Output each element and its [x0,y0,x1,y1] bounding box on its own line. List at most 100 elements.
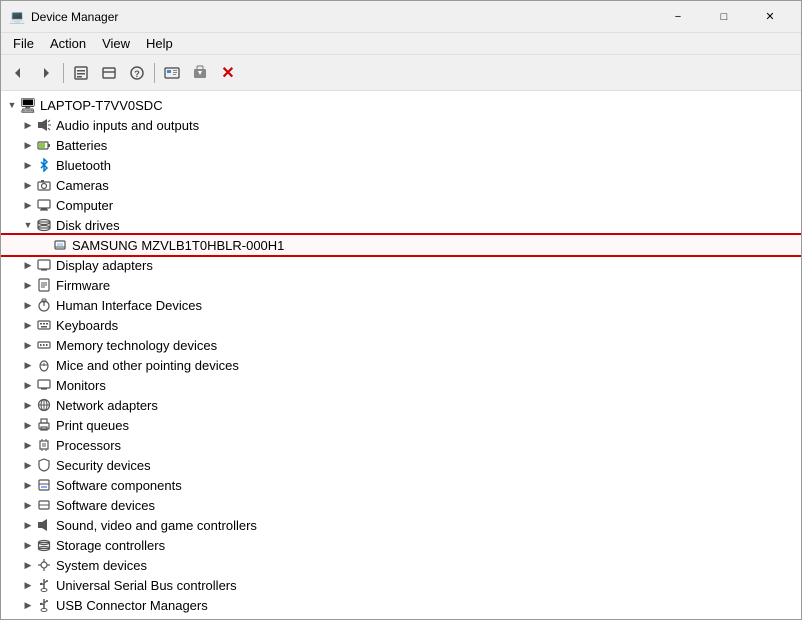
samsung-row-container: ▶ SAMSUNG MZVLB1T0HBLR-000H1 [1,235,801,255]
disable-button[interactable] [96,60,122,86]
tree-item-cameras[interactable]: ▶ Cameras [1,175,801,195]
firmware-icon [36,277,52,293]
expand-bluetooth[interactable]: ▶ [21,158,35,172]
expand-computer[interactable]: ▶ [21,198,35,212]
expand-system[interactable]: ▶ [21,558,35,572]
cameras-label: Cameras [56,178,109,193]
bluetooth-icon [36,157,52,173]
processors-icon [36,437,52,453]
expand-print[interactable]: ▶ [21,418,35,432]
tree-item-network[interactable]: ▶ Network adapters [1,395,801,415]
software-devices-label: Software devices [56,498,155,513]
minimize-button[interactable]: − [655,1,701,33]
network-label: Network adapters [56,398,158,413]
tree-item-bluetooth[interactable]: ▶ Bluetooth [1,155,801,175]
tree-item-system[interactable]: ▶ System devices [1,555,801,575]
tree-item-security[interactable]: ▶ Security devices [1,455,801,475]
tree-item-usb-connector[interactable]: ▶ USB Connector Managers [1,595,801,615]
tree-item-hid[interactable]: ▶ Human Interface Devices [1,295,801,315]
forward-button[interactable] [33,60,59,86]
expand-processors[interactable]: ▶ [21,438,35,452]
bluetooth-label: Bluetooth [56,158,111,173]
storage-icon [36,537,52,553]
tree-item-keyboards[interactable]: ▶ Keyboards [1,315,801,335]
tree-item-samsung[interactable]: ▶ SAMSUNG MZVLB1T0HBLR-000H1 [1,235,801,255]
tree-item-software-devices[interactable]: ▶ Software devices [1,495,801,515]
keyboards-label: Keyboards [56,318,118,333]
tree-item-processors[interactable]: ▶ Processors [1,435,801,455]
tree-item-monitors[interactable]: ▶ Monitors [1,375,801,395]
disk-label: Disk drives [56,218,120,233]
uninstall-button[interactable]: ✕ [215,60,241,86]
properties-button[interactable] [68,60,94,86]
expand-disk[interactable]: ▼ [21,218,35,232]
expand-software-components[interactable]: ▶ [21,478,35,492]
window-icon: 💻 [9,9,25,25]
maximize-button[interactable]: □ [701,1,747,33]
scan-button[interactable] [159,60,185,86]
batteries-label: Batteries [56,138,107,153]
samsung-label: SAMSUNG MZVLB1T0HBLR-000H1 [72,238,284,253]
close-button[interactable]: ✕ [747,1,793,33]
expand-mice[interactable]: ▶ [21,358,35,372]
menu-file[interactable]: File [5,34,42,53]
network-icon [36,397,52,413]
tree-root[interactable]: ▼ 🖥 LAPTOP-T7VV0SDC [1,95,801,115]
usb-label: Universal Serial Bus controllers [56,578,237,593]
security-label: Security devices [56,458,151,473]
audio-icon [36,117,52,133]
expand-keyboards[interactable]: ▶ [21,318,35,332]
expand-monitors[interactable]: ▶ [21,378,35,392]
expand-root[interactable]: ▼ [5,98,19,112]
expand-firmware[interactable]: ▶ [21,278,35,292]
usb-connector-icon [36,597,52,613]
title-bar-controls: − □ ✕ [655,1,793,33]
window-title: Device Manager [31,10,118,24]
expand-sound[interactable]: ▶ [21,518,35,532]
tree-item-disk[interactable]: ▼ Disk drives [1,215,801,235]
expand-hid[interactable]: ▶ [21,298,35,312]
tree-item-print[interactable]: ▶ Print queues [1,415,801,435]
expand-memory[interactable]: ▶ [21,338,35,352]
tree-item-audio[interactable]: ▶ Audio inputs and outputs [1,115,801,135]
tree-item-usb[interactable]: ▶ Universal Serial Bus controllers [1,575,801,595]
tree-item-storage[interactable]: ▶ Storage controllers [1,535,801,555]
expand-usb-connector[interactable]: ▶ [21,598,35,612]
tree-item-memory[interactable]: ▶ Memory technology devices [1,335,801,355]
tree-item-display[interactable]: ▶ Display adapters [1,255,801,275]
menu-view[interactable]: View [94,34,138,53]
expand-software-devices[interactable]: ▶ [21,498,35,512]
mice-label: Mice and other pointing devices [56,358,239,373]
system-icon [36,557,52,573]
back-button[interactable] [5,60,31,86]
svg-text:?: ? [134,69,140,79]
help-button[interactable]: ? [124,60,150,86]
device-manager-window: 💻 Device Manager − □ ✕ File Action View … [0,0,802,620]
memory-icon [36,337,52,353]
expand-storage[interactable]: ▶ [21,538,35,552]
disk-icon [36,217,52,233]
monitors-icon [36,377,52,393]
sound-label: Sound, video and game controllers [56,518,257,533]
expand-display[interactable]: ▶ [21,258,35,272]
expand-security[interactable]: ▶ [21,458,35,472]
processors-label: Processors [56,438,121,453]
tree-item-batteries[interactable]: ▶ Batteries [1,135,801,155]
expand-usb[interactable]: ▶ [21,578,35,592]
tree-item-sound[interactable]: ▶ Sound, video and game controllers [1,515,801,535]
tree-item-computer[interactable]: ▶ Computer [1,195,801,215]
update-driver-button[interactable] [187,60,213,86]
expand-network[interactable]: ▶ [21,398,35,412]
tree-item-software-components[interactable]: ▶ Software components [1,475,801,495]
menu-help[interactable]: Help [138,34,181,53]
expand-audio[interactable]: ▶ [21,118,35,132]
tree-item-firmware[interactable]: ▶ Firmware [1,275,801,295]
sound-icon [36,517,52,533]
expand-cameras[interactable]: ▶ [21,178,35,192]
separator-1 [63,63,64,83]
menu-action[interactable]: Action [42,34,94,53]
audio-label: Audio inputs and outputs [56,118,199,133]
expand-batteries[interactable]: ▶ [21,138,35,152]
tree-item-mice[interactable]: ▶ Mice and other pointing devices [1,355,801,375]
device-tree[interactable]: ▼ 🖥 LAPTOP-T7VV0SDC ▶ Audio inputs and o… [1,91,801,619]
